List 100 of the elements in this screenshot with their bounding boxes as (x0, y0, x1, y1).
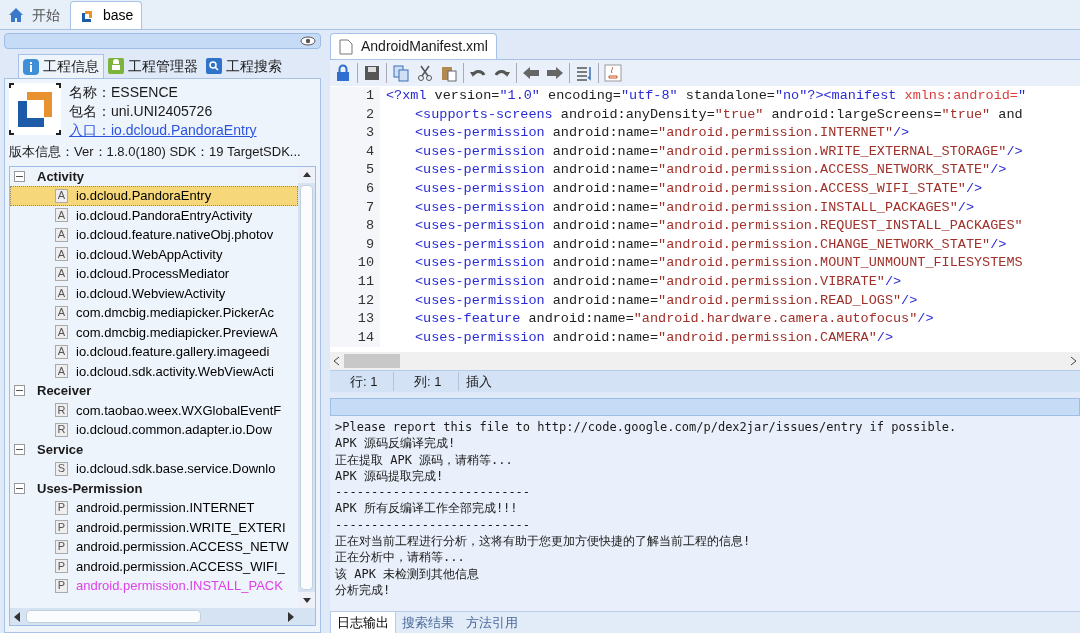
code-line: <uses-feature android:name="android.hardware.camera.autofocus"/> (414, 310, 934, 329)
column-indicator: 列: 1 (394, 371, 459, 392)
letter-icon: P (55, 520, 68, 535)
scroll-down-icon[interactable] (302, 597, 311, 603)
letter-icon: A (55, 344, 68, 359)
line-number: 8 (330, 217, 380, 236)
tree-item[interactable]: A io.dcloud.WebviewActivity (10, 283, 298, 303)
scroll-thumb[interactable] (344, 354, 400, 368)
log-line: 该 APK 未检测到其他信息 (335, 565, 481, 582)
tree-item[interactable]: P android.permission.ACCESS_WIFI_ (10, 556, 298, 576)
insert-mode: 插入 (465, 372, 492, 391)
search-icon (206, 58, 222, 74)
cut-icon[interactable] (415, 63, 435, 83)
panel-tab[interactable]: 工程搜索 (202, 54, 286, 78)
package-name: 包名：uni.UNI2405726 (69, 102, 214, 121)
code-line: <uses-permission android:name="android.permission.CAMERA"/> (414, 328, 893, 347)
collapse-icon[interactable] (14, 170, 25, 182)
tree-item[interactable]: R io.dcloud.common.adapter.io.Dow (10, 420, 298, 440)
letter-icon: A (55, 286, 68, 301)
collapse-icon[interactable] (14, 482, 25, 494)
letter-icon: P (55, 539, 68, 554)
output-tab[interactable]: 方法引用 (460, 612, 524, 633)
scroll-thumb[interactable] (26, 610, 201, 623)
tree-group[interactable]: Uses-Permission (37, 478, 143, 498)
document-tab[interactable]: base (70, 1, 143, 29)
horizontal-scrollbar[interactable] (330, 352, 1080, 370)
scroll-up-icon[interactable] (302, 172, 311, 177)
log-line: >Please report this file to http://code.google.com/p/dex2jar/issues/entry if possible. (335, 419, 958, 436)
letter-icon: A (55, 188, 68, 203)
log-line: 正在对当前工程进行分析，这将有助于您更加方便快捷的了解当前工程的信息! (335, 533, 752, 550)
scroll-thumb[interactable] (300, 184, 313, 590)
line-number: 13 (330, 310, 380, 329)
tree-item[interactable]: P android.permission.INSTALL_PACK (10, 576, 298, 596)
tree-group[interactable]: Activity (37, 166, 84, 186)
collapse-icon[interactable] (14, 443, 25, 455)
letter-icon: P (55, 559, 68, 574)
tree-item[interactable]: A io.dcloud.PandoraEntry (10, 186, 298, 206)
letter-icon: A (55, 364, 68, 379)
log-line: 分析完成! (335, 581, 392, 599)
entry-link[interactable]: 入口：io.dcloud.PandoraEntry (69, 121, 257, 140)
code-line: <uses-permission android:name="android.permission.WRITE_EXTERNAL_STORAGE"/> (414, 142, 1023, 161)
tree-item[interactable]: S io.dcloud.sdk.base.service.Downlo (10, 459, 298, 479)
code-line: <uses-permission android:name="android.permission.REQUEST_INSTALL_PACKAGES" (414, 217, 1023, 236)
code-line: <uses-permission android:name="android.permission.ACCESS_WIFI_STATE"/> (414, 179, 983, 198)
log-line: 正在提取 APK 源码，请稍等... (335, 451, 514, 468)
log-line: 正在分析中，请稍等... (335, 549, 466, 566)
code-line: <?xml version="1.0" encoding="utf-8" standalone="no"?><manifest xmlns:android=" (385, 87, 1027, 105)
app-logo-icon (9, 83, 61, 135)
vertical-scrollbar[interactable] (298, 166, 315, 608)
tree-group[interactable]: Receiver (37, 381, 92, 401)
tree-item[interactable]: P android.permission.ACCESS_NETW (10, 537, 298, 557)
panel-tab[interactable]: 工程管理器 (104, 54, 202, 78)
collapse-icon[interactable] (14, 385, 25, 397)
version-info: 版本信息：Ver：1.8.0(180) SDK：19 TargetSDK... (9, 143, 301, 161)
letter-icon: R (55, 422, 68, 437)
code-line: <uses-permission android:name="android.permission.CHANGE_NETWORK_STATE"/> (414, 235, 1007, 254)
home-icon (8, 7, 24, 23)
log-line: --------------------------- (335, 516, 532, 534)
tree-item[interactable]: A com.dmcbig.mediapicker.PickerAc (10, 303, 298, 323)
code-line: <uses-permission android:name="android.permission.INTERNET"/> (414, 124, 910, 143)
panel-tab[interactable]: 工程信息 (18, 54, 104, 78)
letter-icon: P (55, 500, 68, 515)
letter-icon: A (55, 208, 68, 223)
document-tab[interactable]: 开始 (0, 1, 68, 29)
line-number: 5 (330, 161, 380, 180)
code-editor[interactable] (330, 86, 1080, 352)
line-number: 3 (330, 124, 380, 143)
tree-item[interactable]: A io.dcloud.feature.nativeObj.photov (10, 225, 298, 245)
file-tab[interactable]: AndroidManifest.xml (330, 33, 497, 59)
tree-item[interactable]: A io.dcloud.ProcessMediator (10, 264, 298, 284)
code-line: <uses-permission android:name="android.permission.ACCESS_NETWORK_STATE"/> (414, 161, 1007, 180)
horizontal-scrollbar[interactable] (10, 608, 315, 625)
log-line: APK 源码提取完成! (335, 467, 445, 485)
letter-icon: A (55, 227, 68, 242)
line-number: 1 (330, 87, 380, 106)
info-icon (23, 58, 39, 75)
save-icon[interactable] (362, 63, 382, 83)
tree-item[interactable]: A com.dmcbig.mediapicker.PreviewA (10, 322, 298, 342)
log-line: APK 所有反编译工作全部完成!!! (335, 500, 519, 517)
code-line: <uses-permission android:name="android.permission.MOUNT_UNMOUNT_FILESYSTEMS (414, 254, 1023, 273)
eye-icon[interactable] (300, 36, 316, 46)
letter-icon: A (55, 247, 68, 262)
log-line: --------------------------- (335, 484, 532, 501)
tree-group[interactable]: Service (37, 439, 84, 459)
log-line: APK 源码反编译完成! (335, 435, 457, 452)
code-line: <uses-permission android:name="android.permission.INSTALL_PACKAGES"/> (414, 198, 974, 217)
row-indicator: 行: 1 (330, 371, 394, 392)
code-line: <uses-permission android:name="android.permission.READ_LOGS"/> (414, 291, 918, 310)
tree-item[interactable]: A io.dcloud.feature.gallery.imageedi (10, 342, 298, 362)
tree-item[interactable]: P android.permission.WRITE_EXTERI (10, 517, 298, 537)
tree-item[interactable]: A io.dcloud.sdk.activity.WebViewActi (10, 361, 298, 381)
copy-icon[interactable] (391, 63, 411, 83)
tree-item[interactable]: P android.permission.INTERNET (10, 498, 298, 518)
tree-item[interactable]: R com.taobao.weex.WXGlobalEventF (10, 400, 298, 420)
tree-item[interactable]: A io.dcloud.PandoraEntryActivity (10, 205, 298, 225)
tree-item[interactable]: A io.dcloud.WebAppActivity (10, 244, 298, 264)
code-line: <supports-screens android:anyDensity="true" android:largeScreens="true" and (414, 105, 1023, 124)
output-tab[interactable]: 搜索结果 (396, 612, 460, 633)
output-tab[interactable]: 日志输出 (330, 612, 396, 633)
file-icon (339, 38, 353, 55)
